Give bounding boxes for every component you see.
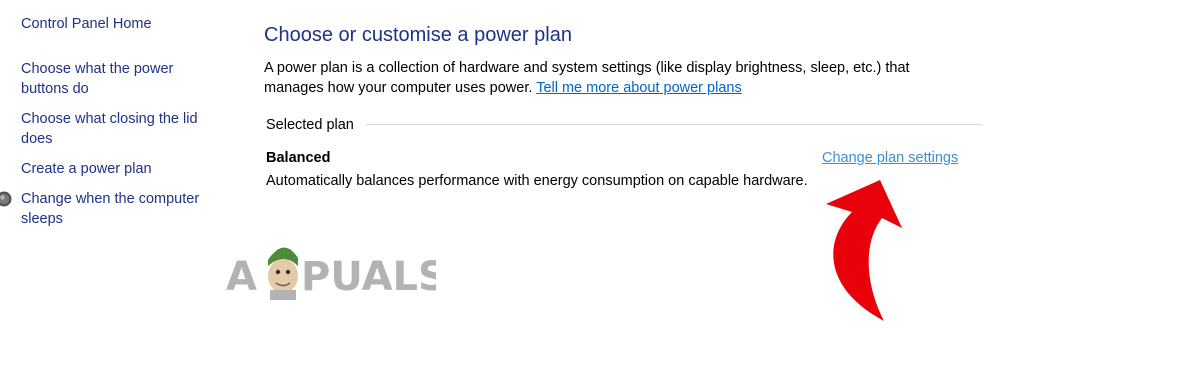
control-panel-home-link[interactable]: Control Panel Home — [21, 14, 152, 34]
plan-name: Balanced — [266, 150, 331, 166]
learn-more-link[interactable]: Tell me more about power plans — [536, 80, 742, 96]
sidebar-item-computer-sleeps[interactable]: Change when the computer sleeps — [21, 189, 221, 229]
page-title: Choose or customise a power plan — [264, 24, 572, 46]
section-divider — [366, 124, 982, 125]
appuals-watermark-logo: A PUALS — [226, 247, 436, 300]
page-description: A power plan is a collection of hardware… — [264, 58, 964, 98]
sidebar-item-closing-lid[interactable]: Choose what closing the lid does — [21, 109, 221, 149]
svg-text:A: A — [226, 254, 257, 300]
svg-text:PUALS: PUALS — [301, 254, 436, 300]
plan-description: Automatically balances performance with … — [266, 173, 808, 189]
section-label-selected-plan: Selected plan — [266, 117, 354, 133]
sidebar-item-power-buttons[interactable]: Choose what the power buttons do — [21, 59, 201, 99]
mascot-icon — [268, 247, 298, 300]
left-sidebar: Control Panel Home Choose what the power… — [0, 0, 230, 376]
annotation-arrow — [826, 180, 902, 321]
change-plan-settings-link[interactable]: Change plan settings — [822, 149, 958, 167]
shield-icon — [0, 191, 12, 207]
sidebar-item-create-plan[interactable]: Create a power plan — [21, 159, 152, 179]
